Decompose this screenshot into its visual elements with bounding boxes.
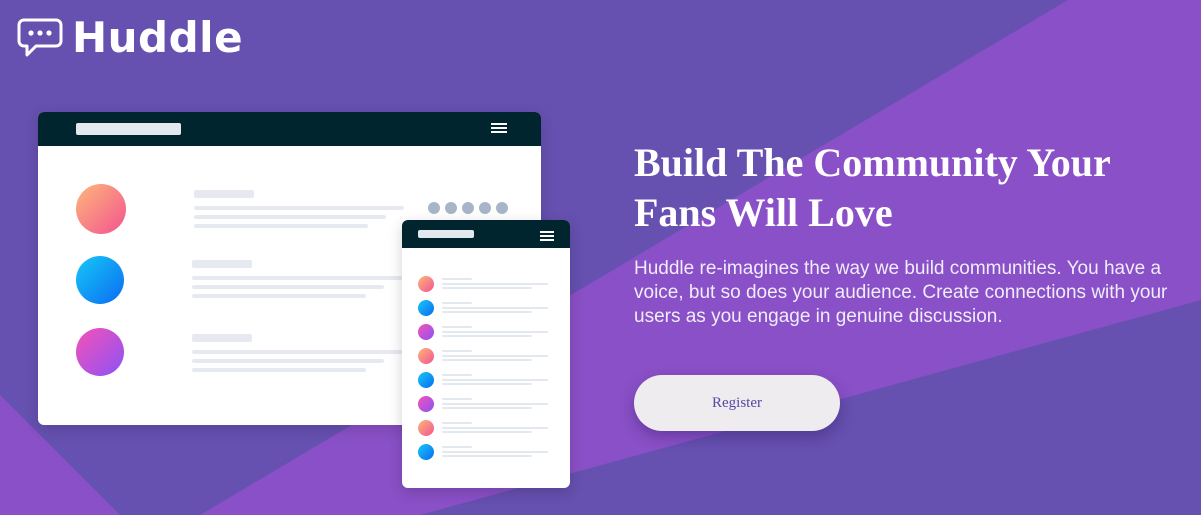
mobile-row <box>418 372 553 388</box>
hero-illustration <box>38 112 570 488</box>
placeholder-line <box>192 276 402 280</box>
placeholder-line <box>442 431 532 433</box>
placeholder-heading <box>442 398 472 400</box>
placeholder-line <box>192 359 384 363</box>
placeholder-line <box>192 368 366 372</box>
placeholder-line <box>442 355 548 357</box>
placeholder-heading <box>192 260 252 268</box>
avatar <box>76 328 124 376</box>
placeholder-line <box>442 311 532 313</box>
placeholder-line <box>442 403 548 405</box>
placeholder-line <box>442 455 532 457</box>
desktop-app-bar <box>38 112 541 146</box>
hero-headline: Build The Community Your Fans Will Love <box>634 140 1111 235</box>
placeholder-line <box>442 427 548 429</box>
desktop-title-placeholder <box>76 123 181 135</box>
avatar <box>418 396 434 412</box>
placeholder-heading <box>442 278 472 280</box>
placeholder-line <box>192 285 384 289</box>
placeholder-heading <box>442 374 472 376</box>
avatar <box>418 444 434 460</box>
placeholder-line <box>194 206 404 210</box>
mobile-row <box>418 396 553 412</box>
mobile-row <box>418 324 553 340</box>
placeholder-line <box>194 215 386 219</box>
avatar <box>418 420 434 436</box>
placeholder-line <box>442 331 548 333</box>
placeholder-line <box>442 287 532 289</box>
mobile-row <box>418 300 553 316</box>
placeholder-line <box>442 283 548 285</box>
placeholder-line <box>442 359 532 361</box>
avatar <box>418 324 434 340</box>
placeholder-heading <box>442 446 472 448</box>
placeholder-heading <box>442 350 472 352</box>
placeholder-line <box>442 379 548 381</box>
mobile-title-placeholder <box>418 230 474 238</box>
placeholder-line <box>194 224 368 228</box>
placeholder-heading <box>192 334 252 342</box>
avatar <box>418 348 434 364</box>
avatar <box>76 256 124 304</box>
mobile-app-bar <box>402 220 570 248</box>
placeholder-line <box>192 294 366 298</box>
mobile-row <box>418 444 553 460</box>
placeholder-heading <box>194 190 254 198</box>
placeholder-line <box>442 307 548 309</box>
brand-logo[interactable]: Huddle <box>16 17 243 59</box>
avatar <box>418 372 434 388</box>
mobile-row <box>418 420 553 436</box>
mobile-row <box>418 276 553 292</box>
placeholder-heading <box>442 422 472 424</box>
avatar <box>418 276 434 292</box>
hero-content: Build The Community Your Fans Will Love … <box>634 138 1174 329</box>
register-button[interactable]: Register <box>634 375 840 431</box>
dots-indicator <box>428 202 508 214</box>
placeholder-line <box>442 335 532 337</box>
placeholder-line <box>442 407 532 409</box>
avatar <box>418 300 434 316</box>
avatar <box>76 184 126 234</box>
mobile-row <box>418 348 553 364</box>
placeholder-line <box>442 383 532 385</box>
placeholder-line <box>442 451 548 453</box>
placeholder-heading <box>442 302 472 304</box>
mobile-mockup <box>402 220 570 488</box>
desktop-menu-icon <box>491 123 507 134</box>
mobile-menu-icon <box>540 231 554 242</box>
brand-name: Huddle <box>72 13 244 62</box>
chat-bubble-icon <box>17 18 63 57</box>
placeholder-line <box>192 350 402 354</box>
hero-description: Huddle re-imagines the way we build comm… <box>634 258 1168 327</box>
placeholder-heading <box>442 326 472 328</box>
